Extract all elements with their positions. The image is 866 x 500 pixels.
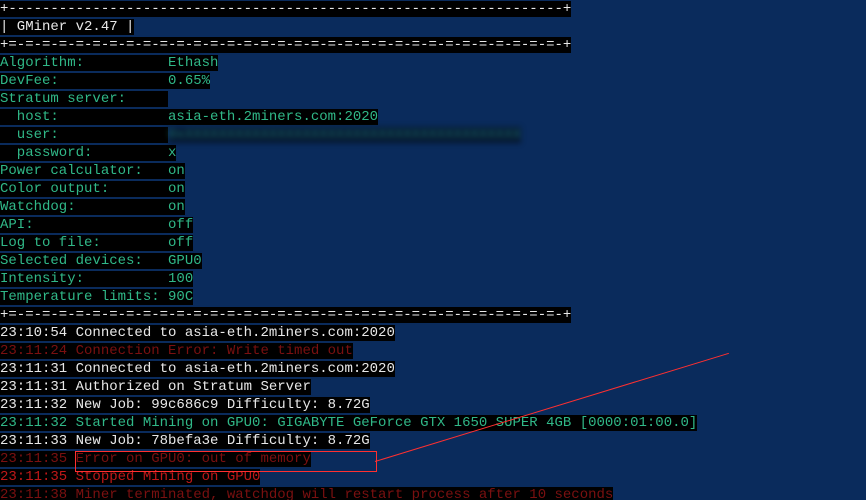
log-line: 23:11:32 New Job: 99c686c9 Difficulty: 8… [0, 397, 370, 413]
config-value: 90C [168, 289, 193, 305]
config-value: on [168, 181, 185, 197]
config-label: Temperature limits: [0, 289, 168, 305]
log-line: 23:11:35 Error on GPU0: out of memory [0, 451, 311, 467]
config-label: Watchdog: [0, 199, 168, 215]
log-line: 23:11:33 New Job: 78befa3e Difficulty: 8… [0, 433, 370, 449]
banner-border-top: +---------------------------------------… [0, 1, 571, 17]
log-line: 23:11:32 Started Mining on GPU0: GIGABYT… [0, 415, 697, 431]
config-label: Intensity: [0, 271, 168, 287]
config-label: Color output: [0, 181, 168, 197]
config-value: 0xXXXXXXXXXXXXXXXXXXXXXXXXXXXXXXXXXXXXXX… [168, 127, 521, 143]
config-value: 100 [168, 271, 193, 287]
config-label: Power calculator: [0, 163, 168, 179]
log-line: 23:11:31 Authorized on Stratum Server [0, 379, 311, 395]
config-value: on [168, 163, 185, 179]
config-label: host: [0, 109, 168, 125]
log-line: 23:11:24 Connection Error: Write timed o… [0, 343, 353, 359]
config-value: asia-eth.2miners.com:2020 [168, 109, 378, 125]
banner-title: | GMiner v2.47 | [0, 19, 134, 35]
banner-border-bottom: +=-=-=-=-=-=-=-=-=-=-=-=-=-=-=-=-=-=-=-=… [0, 37, 571, 53]
config-label: Algorithm: [0, 55, 168, 71]
terminal-output: +---------------------------------------… [0, 0, 866, 500]
log-divider: +=-=-=-=-=-=-=-=-=-=-=-=-=-=-=-=-=-=-=-=… [0, 307, 571, 323]
config-value: x [168, 145, 176, 161]
log-line: 23:11:35 Stopped Mining on GPU0 [0, 469, 260, 485]
log-section: 23:10:54 Connected to asia-eth.2miners.c… [0, 324, 866, 500]
config-value: off [168, 217, 193, 233]
config-label: API: [0, 217, 168, 233]
config-section: Algorithm: EthashDevFee: 0.65%Stratum se… [0, 54, 866, 306]
log-line: 23:10:54 Connected to asia-eth.2miners.c… [0, 325, 395, 341]
config-label: Stratum server: [0, 91, 168, 107]
config-value: 0.65% [168, 73, 210, 89]
config-label: DevFee: [0, 73, 168, 89]
config-value: GPU0 [168, 253, 202, 269]
config-label: user: [0, 127, 168, 143]
config-value: Ethash [168, 55, 218, 71]
config-value: off [168, 235, 193, 251]
log-line: 23:11:31 Connected to asia-eth.2miners.c… [0, 361, 395, 377]
config-label: password: [0, 145, 168, 161]
config-value: on [168, 199, 185, 215]
config-label: Selected devices: [0, 253, 168, 269]
config-label: Log to file: [0, 235, 168, 251]
log-line: 23:11:38 Miner terminated, watchdog will… [0, 487, 613, 500]
